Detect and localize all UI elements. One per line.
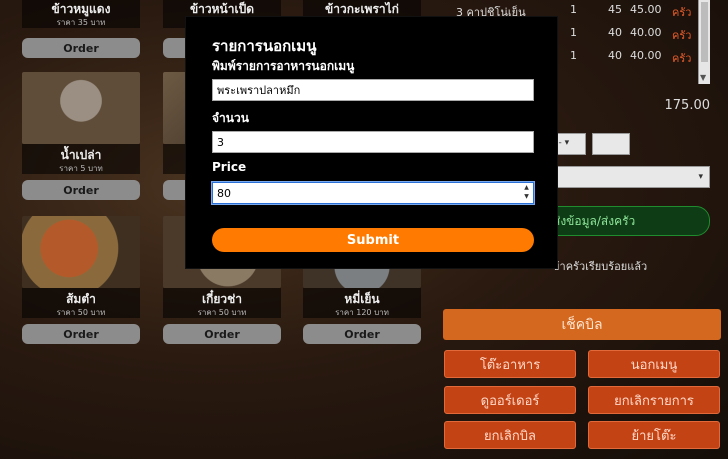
order-scrollbar[interactable]: ▼	[698, 0, 710, 84]
grand-total: 175.00	[664, 98, 711, 113]
send-kitchen-button[interactable]: ส่งข้อมูล/ส่งครัว	[540, 206, 710, 236]
menu-item: ข้าวหมูแดง ราคา 35 บาท Order	[22, 0, 140, 58]
order-item-qty: 1	[570, 3, 577, 16]
move-table-button[interactable]: ย้ายโต๊ะ	[588, 421, 720, 449]
modal-title: รายการนอกเมนู	[212, 37, 317, 55]
stepper-down-icon[interactable]: ▼	[521, 192, 532, 201]
menu-item-name: หมี่เย็น	[303, 288, 421, 306]
menu-item-price: ราคา 120 บาท	[303, 306, 421, 318]
item-name-label: พิมพ์รายการอาหารนอกเมนู	[212, 59, 355, 73]
order-button[interactable]: Order	[303, 324, 421, 344]
order-button[interactable]: Order	[22, 38, 140, 58]
order-button[interactable]: Order	[22, 180, 140, 200]
order-item-total: 40.00	[630, 26, 662, 39]
order-item-price: 40	[608, 49, 622, 62]
order-item-total: 45.00	[630, 3, 662, 16]
off-menu-button[interactable]: นอกเมนู	[588, 350, 720, 378]
order-item-status: ครัว	[672, 52, 692, 65]
item-name-input[interactable]	[212, 79, 534, 101]
order-item-qty: 1	[570, 49, 577, 62]
price-input[interactable]	[212, 182, 534, 204]
stepper-up-icon[interactable]: ▲	[521, 183, 532, 192]
submit-button[interactable]: Submit	[212, 228, 534, 252]
menu-item-price: ราคา 50 บาท	[22, 306, 140, 318]
table-food-button[interactable]: โต๊ะอาหาร	[444, 350, 576, 378]
order-item-qty: 1	[570, 26, 577, 39]
quantity-box[interactable]	[592, 133, 630, 155]
menu-item-name: น้ำเปล่า	[22, 144, 140, 162]
scroll-down-arrow-icon[interactable]: ▼	[700, 73, 706, 82]
menu-item-price: ราคา 35 บาท	[22, 16, 140, 28]
menu-item-name: ข้าวหน้าเป็ด	[163, 0, 281, 16]
checkbill-button[interactable]: เช็คบิล	[443, 309, 721, 340]
menu-item-price: ราคา 50 บาท	[163, 306, 281, 318]
order-item-total: 40.00	[630, 49, 662, 62]
price-stepper[interactable]: ▲ ▼	[521, 183, 532, 203]
chevron-down-icon: ▾	[564, 138, 570, 148]
menu-item-name: ส้มตำ	[22, 288, 140, 306]
cancel-item-button[interactable]: ยกเลิกรายการ	[588, 386, 720, 414]
menu-item-name: เกี๋ยวช่า	[163, 288, 281, 306]
menu-item-name: ข้าวกะเพราไก่	[303, 0, 421, 16]
menu-item: น้ำเปล่า ราคา 5 บาท Order	[22, 72, 140, 200]
scrollbar-thumb[interactable]	[701, 2, 708, 62]
order-button[interactable]: Order	[163, 324, 281, 344]
order-item-status: ครัว	[672, 6, 692, 19]
order-item-price: 40	[608, 26, 622, 39]
kitchen-ready-label: ข้าครัวเรียบร้อยแล้ว	[552, 260, 648, 273]
order-item-price: 45	[608, 3, 622, 16]
price-label: Price	[212, 160, 247, 174]
menu-item-photo	[22, 216, 140, 288]
order-item-status: ครัว	[672, 29, 692, 42]
cancel-bill-button[interactable]: ยกเลิกบิล	[444, 421, 576, 449]
order-button[interactable]: Order	[22, 324, 140, 344]
quantity-input[interactable]	[212, 131, 534, 153]
menu-item: ส้มตำ ราคา 50 บาท Order	[22, 216, 140, 344]
menu-item-price: ราคา 5 บาท	[22, 162, 140, 174]
chevron-down-icon: ▾	[698, 172, 703, 182]
quantity-label: จำนวน	[212, 111, 249, 125]
option-select[interactable]: ▾	[548, 166, 710, 188]
off-menu-modal: รายการนอกเมนู พิมพ์รายการอาหารนอกเมนู จำ…	[185, 16, 558, 269]
menu-item-name: ข้าวหมูแดง	[22, 0, 140, 16]
menu-item-photo	[22, 72, 140, 144]
view-order-button[interactable]: ดูออร์เดอร์	[444, 386, 576, 414]
